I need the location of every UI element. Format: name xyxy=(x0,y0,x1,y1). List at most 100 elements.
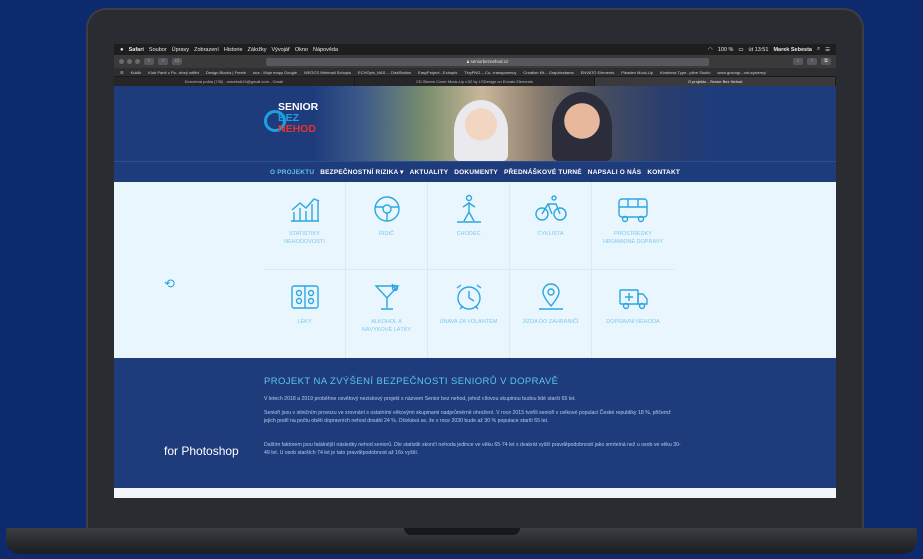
menu-safari[interactable]: Safari xyxy=(129,47,144,53)
senior-man-photo xyxy=(552,92,612,161)
bookmark-item[interactable]: tour - Moje mapy Google xyxy=(253,70,297,75)
category-statistiky[interactable]: STATISTIKY NEHODOVOSTI xyxy=(264,182,346,270)
category-label: CYKLISTA xyxy=(537,231,564,237)
next-section-strip xyxy=(114,488,836,498)
lock-icon: 🔒︎ xyxy=(466,58,470,64)
category-label: LÉKY xyxy=(297,319,312,325)
bookmark-item[interactable]: ECHOpin_NAS ... DiskStation xyxy=(358,70,411,75)
site-header: SENIOR BEZ NEHOD xyxy=(114,86,836,161)
tab-envato[interactable]: CD Sleeve Cover Mock-Up v.52 by LSDesign… xyxy=(355,77,596,86)
apple-icon[interactable]: ● xyxy=(120,47,124,53)
category-ridic[interactable]: ŘIDIČ xyxy=(346,182,428,270)
menu-okno[interactable]: Okno xyxy=(295,47,308,53)
minimize-window-button[interactable] xyxy=(127,59,132,64)
menu-zobrazeni[interactable]: Zobrazení xyxy=(194,47,219,53)
chart-icon xyxy=(290,198,319,222)
menu-zalozky[interactable]: Záložky xyxy=(248,47,267,53)
bookmark-item[interactable]: Kuklik xyxy=(131,70,142,75)
window-controls xyxy=(119,59,140,64)
nav-kontakt[interactable]: KONTAKT xyxy=(647,169,680,176)
category-alkohol[interactable]: ALKOHOL A NÁVYKOVÉ LÁTKY xyxy=(346,270,428,358)
nav-prednaskove-turne[interactable]: PŘEDNÁŠKOVÉ TURNÉ xyxy=(504,169,582,176)
nav-o-projektu[interactable]: O PROJEKTU xyxy=(270,169,314,176)
category-label: STATISTIKY NEHODOVOSTI xyxy=(284,231,325,245)
bookmark-item[interactable]: Pleaden Mock-Up xyxy=(621,70,653,75)
category-cyklista[interactable]: CYKLISTA xyxy=(510,182,592,270)
category-hromadna-doprava[interactable]: PROSTŘEDKY HROMADNÉ DOPRAVY xyxy=(592,182,674,270)
category-jizda-do-zahranici[interactable]: JÍZDA DO ZAHRANIČÍ xyxy=(510,270,592,358)
menu-vyvojar[interactable]: Vývojář xyxy=(271,47,289,53)
clock[interactable]: út 13:51 xyxy=(749,47,769,53)
tab-o-projektu[interactable]: O projektu - Senior Bez Nehod xyxy=(595,77,836,86)
nav-aktuality[interactable]: AKTUALITY xyxy=(410,169,449,176)
category-label: PROSTŘEDKY HROMADNÉ DOPRAVY xyxy=(602,231,664,245)
bookmark-item[interactable]: www.gravogr...ont-systemy/ xyxy=(717,70,766,75)
hero-photo xyxy=(314,86,714,161)
loop-icon: ⟲ xyxy=(164,276,175,291)
battery-label[interactable]: 100 % xyxy=(718,47,734,53)
address-text: seniorbeznehod.cz xyxy=(470,58,509,64)
sidebar-toggle-icon[interactable]: ▭ xyxy=(172,58,182,65)
bookmark-item[interactable]: Klub Páně z Po...ebejí odfitrt xyxy=(148,70,199,75)
menu-napoveda[interactable]: Nápověda xyxy=(313,47,338,53)
nav-napsali-o-nas[interactable]: NAPSALI O NÁS xyxy=(588,169,642,176)
search-icon[interactable]: ⌕ xyxy=(817,46,820,53)
battery-icon[interactable]: ▭ xyxy=(738,47,743,53)
senior-woman-photo xyxy=(454,100,508,161)
category-label: DOPRAVNÍ NEHODA xyxy=(606,319,660,325)
bookmark-item[interactable]: ENVATO Elements xyxy=(581,70,615,75)
project-section: for Photoshop PROJEKT NA ZVÝŠENÍ BEZPEČN… xyxy=(114,358,836,488)
category-chodec[interactable]: CHODEC xyxy=(428,182,510,270)
pills-icon xyxy=(290,285,319,309)
project-paragraph-1: V letech 2018 a 2019 proběhne osvětový n… xyxy=(264,396,576,402)
bookmark-item[interactable]: WEGCS Webmail Schopis xyxy=(304,70,351,75)
share-icon[interactable]: ↑ xyxy=(807,58,817,65)
alarm-clock-icon xyxy=(456,284,481,310)
category-label: CHODEC xyxy=(456,231,481,237)
site-logo[interactable]: SENIOR BEZ NEHOD xyxy=(264,100,326,140)
close-window-button[interactable] xyxy=(119,59,124,64)
bookmark-item[interactable]: Kindness Type...pline Studio xyxy=(660,70,710,75)
bus-icon xyxy=(618,198,648,223)
bicycle-icon xyxy=(534,195,567,221)
bookmark-item[interactable]: EasyProject - Echopis xyxy=(418,70,457,75)
pedestrian-icon xyxy=(456,194,481,223)
risk-grid: STATISTIKY NEHODOVOSTI ŘIDIČ CHODEC CYKL… xyxy=(264,182,674,358)
back-button[interactable]: ‹ xyxy=(144,58,154,65)
menu-soubor[interactable]: Soubor xyxy=(149,47,167,53)
wifi-icon[interactable]: ◠ xyxy=(708,47,713,53)
steering-wheel-icon xyxy=(373,196,400,222)
download-icon[interactable]: ↓ xyxy=(793,58,803,65)
bookmarks-icon[interactable]: ☰ xyxy=(120,70,124,75)
category-unava[interactable]: ÚNAVA ZA VOLANTEM xyxy=(428,270,510,358)
map-pin-icon xyxy=(538,283,563,310)
nav-bezpecnostni-rizika[interactable]: BEZPEČNOSTNÍ RIZIKA ▾ xyxy=(320,168,403,176)
category-label: JÍZDA DO ZAHRANIČÍ xyxy=(522,319,579,325)
tabs-overview-icon[interactable]: ⧉ xyxy=(821,58,831,65)
zoom-window-button[interactable] xyxy=(135,59,140,64)
browser-toolbar: ‹ › ▭ 🔒︎ seniorbeznehod.cz ↓ ↑ ⧉ xyxy=(114,55,836,68)
tab-gmail[interactable]: Doručená pošta (735) - mareksb24@gmail.c… xyxy=(114,77,355,86)
category-label: ÚNAVA ZA VOLANTEM xyxy=(439,319,498,325)
category-label: ŘIDIČ xyxy=(379,231,394,237)
cocktail-icon xyxy=(373,283,400,310)
risk-categories-section: ⟲ STATISTIKY NEHODOVOSTI ŘIDIČ CHODEC CY… xyxy=(114,182,836,358)
mac-menubar: ● Safari Soubor Úpravy Zobrazení Histori… xyxy=(114,44,836,55)
bookmark-item[interactable]: Design Blocks | Freele xyxy=(206,70,246,75)
bookmarks-bar: ☰ Kuklik Klub Páně z Po...ebejí odfitrt … xyxy=(114,68,836,77)
menu-upravy[interactable]: Úpravy xyxy=(172,47,189,53)
category-leky[interactable]: LÉKY xyxy=(264,270,346,358)
bookmark-item[interactable]: TinyPNG – Co...transparency xyxy=(464,70,516,75)
address-bar[interactable]: 🔒︎ seniorbeznehod.cz xyxy=(266,57,709,66)
laptop-screen: ● Safari Soubor Úpravy Zobrazení Histori… xyxy=(114,44,836,498)
nav-dokumenty[interactable]: DOKUMENTY xyxy=(454,169,498,176)
bookmark-item[interactable]: Creation Kit... Graphicstama xyxy=(523,70,573,75)
browser-tabs: Doručená pošta (735) - mareksb24@gmail.c… xyxy=(114,77,836,86)
user-name[interactable]: Marek Sebesta xyxy=(773,47,812,53)
menu-historie[interactable]: Historie xyxy=(224,47,243,53)
side-label: for Photoshop xyxy=(164,444,239,458)
category-label: ALKOHOL A NÁVYKOVÉ LÁTKY xyxy=(361,319,412,333)
menu-list-icon[interactable]: ☰ xyxy=(825,47,830,53)
category-dopravni-nehoda[interactable]: DOPRAVNÍ NEHODA xyxy=(592,270,674,358)
forward-button[interactable]: › xyxy=(158,58,168,65)
